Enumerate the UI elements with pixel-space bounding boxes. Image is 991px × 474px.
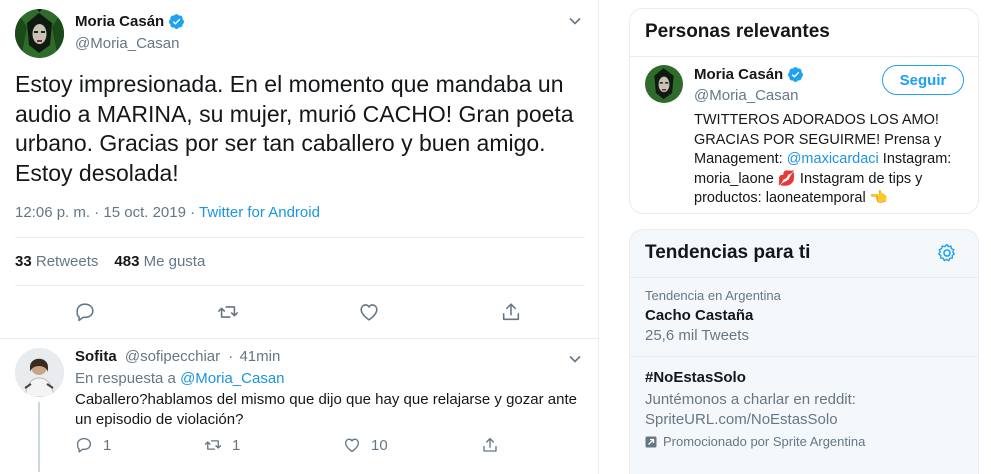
- share-icon[interactable]: [481, 436, 499, 454]
- in-reply-handle-link[interactable]: @Moria_Casan: [180, 370, 284, 387]
- author-avatar[interactable]: [15, 9, 64, 58]
- meta-separator: ·: [190, 204, 196, 221]
- tweet-text: Estoy impresionada. En el momento que ma…: [15, 71, 574, 186]
- reply-icon[interactable]: [75, 436, 93, 454]
- promoted-label: Promocionado por Sprite Argentina: [645, 434, 865, 449]
- trend-item[interactable]: Tendencia en Argentina Cacho Castaña 25,…: [645, 288, 781, 344]
- author-name[interactable]: Moria Casán: [75, 13, 164, 30]
- tweet-source-link[interactable]: Twitter for Android: [199, 204, 320, 221]
- author-handle[interactable]: @Moria_Casan: [75, 35, 179, 52]
- like-icon[interactable]: [358, 301, 380, 323]
- author-name-row[interactable]: Moria Casán: [75, 13, 185, 30]
- share-icon[interactable]: [500, 301, 522, 323]
- reply-tweet: Sofita @sofipecchiar · 41min En respuest…: [0, 340, 598, 474]
- likes-count: 483: [114, 253, 140, 270]
- promoted-trend-name[interactable]: #NoEstasSolo: [645, 369, 746, 386]
- reply-author-handle[interactable]: @sofipecchiar: [125, 348, 220, 365]
- retweets-count: 33: [15, 253, 32, 270]
- reply-author-avatar[interactable]: [15, 348, 64, 397]
- like-icon[interactable]: [343, 436, 361, 454]
- reply-text: Caballero?hablamos del mismo que dijo qu…: [75, 391, 577, 428]
- reply-retweet-action[interactable]: 1: [204, 436, 240, 454]
- likes-label: Me gusta: [143, 253, 206, 270]
- relevant-people-card: Personas relevantes Moria Casán @Moria_C…: [629, 8, 979, 214]
- promoted-trend-description: Juntémonos a charlar en reddit: SpriteUR…: [645, 391, 856, 428]
- retweet-icon[interactable]: [204, 436, 222, 454]
- reply-replies-count: 1: [103, 436, 112, 454]
- tweet-stats: 33 Retweets 483 Me gusta: [15, 237, 585, 286]
- retweets-label: Retweets: [35, 253, 99, 270]
- reply-header: Sofita @sofipecchiar · 41min: [75, 348, 280, 365]
- follow-button[interactable]: Seguir: [882, 65, 964, 95]
- verified-badge-icon: [169, 14, 185, 29]
- chevron-down-icon[interactable]: [568, 352, 582, 366]
- main-tweet: Moria Casán @Moria_Casan Estoy impresion…: [0, 0, 598, 339]
- divider: [630, 277, 978, 278]
- reply-like-action[interactable]: 10: [343, 436, 388, 454]
- relevant-person-bio: TWITTEROS ADORADOS LOS AMO! GRACIAS POR …: [694, 111, 974, 209]
- reply-author-name[interactable]: Sofita: [75, 348, 117, 365]
- tweet-date[interactable]: 15 oct. 2019: [103, 204, 186, 221]
- verified-badge-icon: [788, 67, 804, 82]
- reply-age[interactable]: 41min: [239, 348, 280, 365]
- gear-icon[interactable]: [936, 242, 958, 264]
- in-reply-prefix: En respuesta a: [75, 370, 176, 387]
- trends-card: Tendencias para ti Tendencia en Argentin…: [629, 229, 979, 474]
- promoted-by-text: Promocionado por Sprite Argentina: [663, 434, 866, 449]
- reply-icon[interactable]: [74, 301, 96, 323]
- relevant-person-name[interactable]: Moria Casán: [694, 66, 783, 83]
- tweet-meta: 12:06 p. m. · 15 oct. 2019 · Twitter for…: [15, 204, 320, 221]
- promoted-icon: [645, 436, 657, 447]
- reply-actions: 1 1 10: [75, 436, 535, 458]
- tweet-time[interactable]: 12:06 p. m.: [15, 204, 90, 221]
- reply-share-action[interactable]: [481, 436, 499, 454]
- trend-name[interactable]: Cacho Castaña: [645, 307, 781, 324]
- divider: [630, 356, 978, 357]
- in-reply-to: En respuesta a @Moria_Casan: [75, 370, 285, 387]
- reply-likes-count: 10: [371, 436, 388, 454]
- retweet-icon[interactable]: [217, 301, 239, 323]
- tweet-actions: [0, 296, 598, 328]
- meta-separator: ·: [94, 204, 100, 221]
- reply-separator: ·: [228, 348, 234, 365]
- trend-tweet-count: 25,6 mil Tweets: [645, 327, 749, 344]
- thread-line: [38, 402, 40, 472]
- bio-mention-link[interactable]: @maxicardaci: [787, 151, 879, 167]
- chevron-down-icon[interactable]: [568, 14, 582, 28]
- likes-stat[interactable]: 483 Me gusta: [114, 253, 205, 270]
- main-column: Moria Casán @Moria_Casan Estoy impresion…: [0, 0, 599, 474]
- relevant-people-title: Personas relevantes: [645, 21, 830, 42]
- relevant-person-handle[interactable]: @Moria_Casan: [694, 87, 798, 104]
- reply-reply-action[interactable]: 1: [75, 436, 111, 454]
- relevant-person-avatar[interactable]: [645, 65, 683, 103]
- divider: [630, 56, 978, 57]
- trend-context: Tendencia en Argentina: [645, 288, 781, 303]
- relevant-person-name-row[interactable]: Moria Casán: [694, 66, 804, 83]
- retweets-stat[interactable]: 33 Retweets: [15, 253, 98, 270]
- reply-retweets-count: 1: [232, 436, 241, 454]
- trends-title: Tendencias para ti: [645, 242, 811, 263]
